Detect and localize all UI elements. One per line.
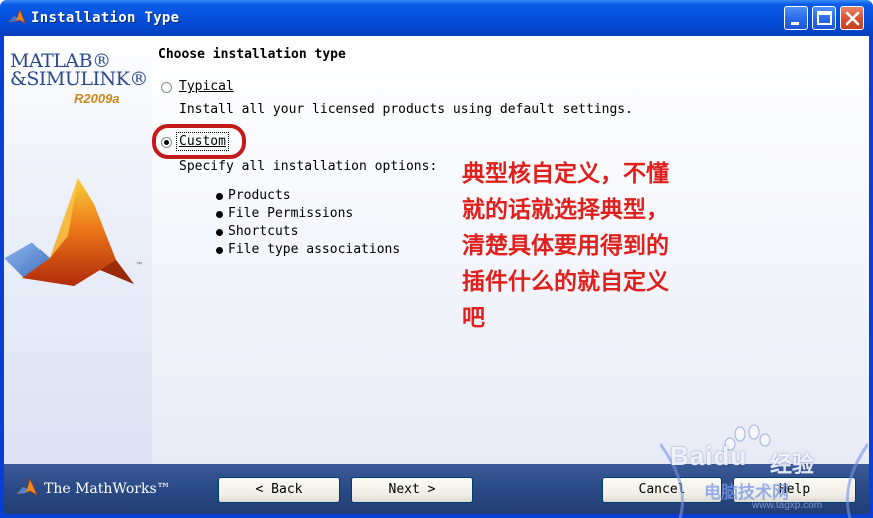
custom-options-list: Products File Permissions Shortcuts File… xyxy=(214,187,400,259)
custom-description: Specify all installation options: xyxy=(179,159,438,174)
close-icon xyxy=(845,11,860,26)
custom-radio[interactable] xyxy=(161,137,172,148)
annotation-line: 就的话就选择典型， xyxy=(462,197,669,223)
dialog-body: MATLAB® &SIMULINK® R2009a ™ xyxy=(4,36,869,464)
maximize-button[interactable] xyxy=(812,6,836,30)
back-button[interactable]: < Back xyxy=(218,477,340,503)
maximize-icon xyxy=(817,11,832,25)
title-bar[interactable]: Installation Type xyxy=(0,0,873,36)
annotation-line: 典型核自定义，不懂 xyxy=(462,161,669,187)
simulink-wordmark: &SIMULINK® xyxy=(10,68,148,90)
page-title: Choose installation type xyxy=(158,47,346,62)
installer-window: Installation Type MATLAB® &SIMULINK® R20… xyxy=(0,0,873,518)
trademark-mark: ™ xyxy=(136,262,142,268)
typical-description: Install all your licensed products using… xyxy=(179,102,633,117)
minimize-icon xyxy=(791,22,799,25)
custom-label-text: Custom xyxy=(179,134,226,149)
release-version: R2009a xyxy=(74,91,120,106)
next-button[interactable]: Next > xyxy=(351,477,473,503)
list-item: File Permissions xyxy=(214,205,400,223)
bullet-icon xyxy=(216,229,223,236)
branding-panel: MATLAB® &SIMULINK® R2009a ™ xyxy=(4,36,152,464)
bullet-icon xyxy=(216,247,223,254)
list-item: Shortcuts xyxy=(214,223,400,241)
watermark-brand: Baidu xyxy=(670,441,748,471)
annotation-line: 吧 xyxy=(462,305,485,331)
list-item: File type associations xyxy=(214,241,400,259)
bullet-icon xyxy=(216,193,223,200)
annotation-line: 清楚具体要用得到的 xyxy=(462,233,669,259)
matlab-icon xyxy=(8,8,26,24)
minimize-button[interactable] xyxy=(784,6,808,30)
matlab-membrane-logo xyxy=(4,178,134,286)
company-name: The MathWorks™ xyxy=(44,481,171,497)
mathworks-logo-icon xyxy=(16,478,38,496)
annotation-line: 插件什么的就自定义 xyxy=(462,269,669,295)
bullet-icon xyxy=(216,211,223,218)
watermark-brand-cn: 经验 xyxy=(770,453,815,478)
window-title: Installation Type xyxy=(31,10,180,26)
list-item: Products xyxy=(214,187,400,205)
custom-label[interactable]: Custom xyxy=(179,134,226,149)
typical-label-text: Typical xyxy=(179,79,234,94)
chinese-annotation: 典型核自定义，不懂 就的话就选择典型， 清楚具体要用得到的 插件什么的就自定义 … xyxy=(462,156,732,336)
close-button[interactable] xyxy=(840,6,864,30)
typical-radio[interactable] xyxy=(161,82,172,93)
watermark-url: www.tagxp.com xyxy=(752,500,823,511)
typical-label[interactable]: Typical xyxy=(179,79,234,94)
